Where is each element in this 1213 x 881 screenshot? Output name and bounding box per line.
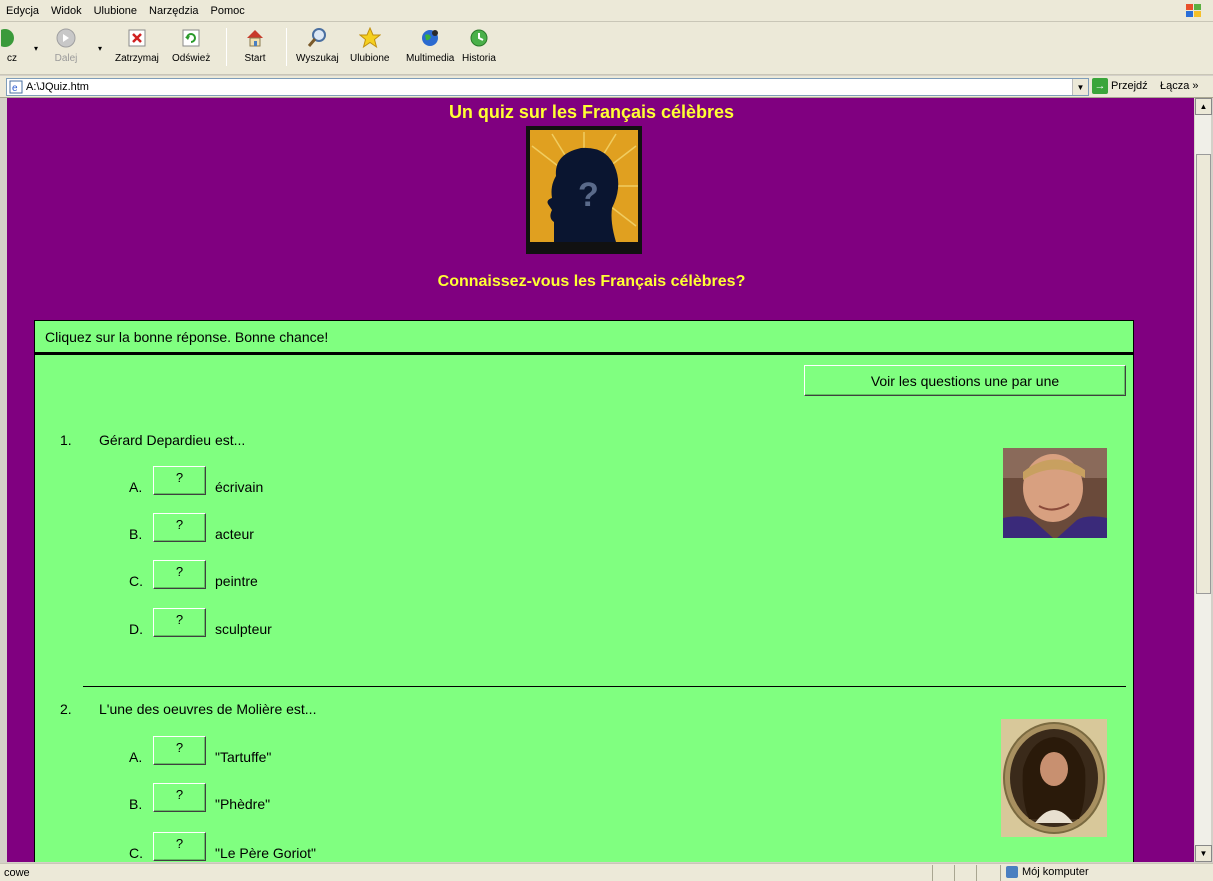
depardieu-photo [1003, 448, 1107, 538]
chevron-right-icon: » [1192, 80, 1199, 92]
option-letter: C. [129, 845, 143, 861]
option-text: écrivain [215, 479, 264, 495]
back-arrow-icon [0, 26, 24, 50]
go-button[interactable]: → Przejdź [1092, 78, 1148, 94]
refresh-icon [179, 26, 203, 50]
head-question-logo: ? [526, 126, 642, 254]
media-button[interactable]: Multimedia [406, 26, 454, 64]
search-icon [305, 26, 329, 50]
option-text: peintre [215, 573, 258, 589]
answer-button[interactable]: ? [153, 513, 206, 542]
option-letter: B. [129, 796, 143, 812]
status-bar: cowe Mój komputer [0, 863, 1213, 881]
page-title: Un quiz sur les Français célèbres [448, 102, 735, 122]
page-icon: e [9, 80, 23, 94]
page-content: Un quiz sur les Français célèbres ? Conn… [7, 98, 1194, 862]
forward-dropdown-icon[interactable]: ▾ [98, 44, 102, 53]
answer-button[interactable]: ? [153, 783, 206, 812]
home-button[interactable]: Start [243, 26, 267, 64]
search-button[interactable]: Wyszukaj [296, 26, 339, 64]
instructions-text: Cliquez sur la bonne réponse. Bonne chan… [45, 328, 329, 345]
question-divider [83, 686, 1126, 687]
option-text: sculpteur [215, 621, 272, 637]
go-arrow-icon: → [1092, 78, 1108, 94]
back-button[interactable]: cz [0, 26, 24, 64]
option-text: "Le Père Goriot" [215, 845, 316, 861]
menu-view[interactable]: Widok [45, 5, 88, 17]
menu-help[interactable]: Pomoc [205, 5, 251, 17]
page-subtitle: Connaissez-vous les Français célèbres? [437, 273, 746, 290]
answer-button[interactable]: ? [153, 736, 206, 765]
toolbar: cz ▾ Dalej ▾ Zatrzymaj Odśwież Start Wys… [0, 22, 1213, 75]
media-globe-icon [418, 26, 442, 50]
answer-button[interactable]: ? [153, 560, 206, 589]
address-bar: e A:\JQuiz.htm ▼ → Przejdź Łącza » [0, 76, 1213, 98]
stop-button[interactable]: Zatrzymaj [115, 26, 159, 64]
option-text: "Tartuffe" [215, 749, 272, 765]
scroll-up-icon[interactable]: ▲ [1195, 98, 1212, 115]
menu-favorites[interactable]: Ulubione [88, 5, 143, 17]
scroll-thumb[interactable] [1196, 154, 1211, 594]
status-cell [932, 865, 954, 881]
question-number: 1. [60, 432, 72, 448]
forward-button[interactable]: Dalej [54, 26, 78, 64]
stop-icon [125, 26, 149, 50]
menu-edit[interactable]: Edycja [0, 5, 45, 17]
svg-text:?: ? [578, 176, 599, 214]
option-text: "Phèdre" [215, 796, 271, 812]
security-zone: Mój komputer [1006, 866, 1089, 878]
option-text: acteur [215, 526, 254, 542]
refresh-button[interactable]: Odśwież [172, 26, 210, 64]
forward-arrow-icon [54, 26, 78, 50]
star-icon [358, 26, 382, 50]
instructions-box: Cliquez sur la bonne réponse. Bonne chan… [34, 320, 1134, 355]
windows-logo-icon [1186, 4, 1201, 17]
vertical-scrollbar[interactable]: ▲ ▼ [1194, 98, 1212, 862]
view-one-by-one-button[interactable]: Voir les questions une par une [804, 365, 1126, 396]
menu-tools[interactable]: Narzędzia [143, 5, 205, 17]
address-input[interactable]: e A:\JQuiz.htm ▼ [6, 78, 1089, 96]
moliere-portrait [1001, 719, 1107, 837]
history-icon [467, 26, 491, 50]
address-url: A:\JQuiz.htm [26, 81, 89, 93]
back-dropdown-icon[interactable]: ▾ [34, 44, 38, 53]
question-text: L'une des oeuvres de Molière est... [99, 701, 317, 717]
question-text: Gérard Depardieu est... [99, 432, 246, 448]
option-letter: A. [129, 749, 143, 765]
computer-zone-icon [1006, 866, 1018, 878]
option-letter: C. [129, 573, 143, 589]
quiz-area: Voir les questions une par une 1. Gérard… [34, 355, 1134, 862]
home-icon [243, 26, 267, 50]
answer-button[interactable]: ? [153, 608, 206, 637]
links-button[interactable]: Łącza » [1160, 80, 1199, 92]
address-dropdown-icon[interactable]: ▼ [1072, 79, 1088, 95]
toolbar-separator [286, 28, 287, 66]
toolbar-separator [226, 28, 227, 66]
status-cell [954, 865, 976, 881]
svg-text:e: e [12, 83, 18, 94]
question-number: 2. [60, 701, 72, 717]
menu-bar: Edycja Widok Ulubione Narzędzia Pomoc [0, 0, 1213, 22]
status-cell [976, 865, 998, 881]
status-text: cowe [4, 867, 30, 879]
option-letter: A. [129, 479, 143, 495]
scroll-down-icon[interactable]: ▼ [1195, 845, 1212, 862]
history-button[interactable]: Historia [462, 26, 496, 64]
answer-button[interactable]: ? [153, 832, 206, 861]
option-letter: D. [129, 621, 143, 637]
option-letter: B. [129, 526, 143, 542]
answer-button[interactable]: ? [153, 466, 206, 495]
favorites-button[interactable]: Ulubione [350, 26, 389, 64]
